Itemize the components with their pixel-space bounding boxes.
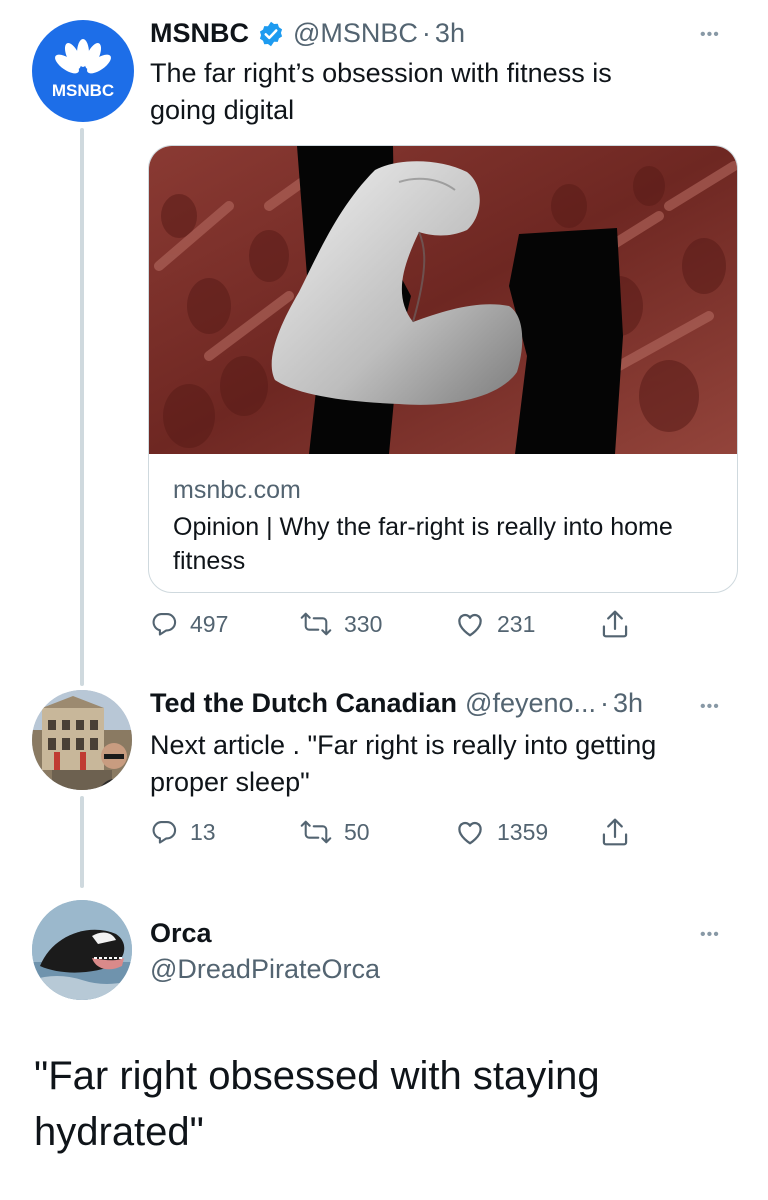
card-illustration [149, 146, 737, 454]
handle[interactable]: @MSNBC [293, 18, 418, 49]
retweet-button[interactable]: 330 [300, 610, 382, 638]
card-domain: msnbc.com [173, 476, 301, 504]
retweet-button[interactable]: 50 [300, 818, 370, 846]
tweet-text-line-2: going digital [150, 95, 295, 125]
timestamp[interactable]: 3h [435, 18, 465, 49]
retweet-count: 50 [344, 818, 370, 845]
avatar-photo [32, 690, 132, 790]
tweet-text: The far right’s obsession with fitness i… [150, 55, 730, 129]
orca-avatar[interactable] [32, 900, 132, 1000]
tweet-text: Next article . "Far right is really into… [150, 727, 750, 801]
like-button[interactable]: 1359 [455, 818, 548, 846]
display-name[interactable]: Ted the Dutch Canadian [150, 688, 457, 719]
more-icon[interactable]: ••• [700, 926, 720, 944]
tweet-text: "Far right obsessed with staying hydrate… [34, 1048, 734, 1160]
reply-icon [152, 821, 177, 844]
reply-count: 497 [190, 610, 229, 637]
retweet-icon [300, 612, 332, 636]
tweet-text-line-2: hydrated" [34, 1110, 204, 1154]
verified-badge-icon [259, 21, 283, 46]
tweet-text-line-1: Next article . "Far right is really into… [150, 730, 657, 760]
card-image [149, 146, 737, 454]
display-name[interactable]: Orca [150, 918, 212, 949]
separator: · [421, 18, 431, 48]
more-icon[interactable]: ••• [700, 698, 720, 716]
more-icon[interactable]: ••• [700, 26, 720, 44]
retweet-icon [300, 820, 332, 844]
handle[interactable]: @DreadPirateOrca [150, 954, 380, 985]
msnbc-avatar[interactable]: MSNBC [32, 20, 134, 122]
tweet-text-line-1: "Far right obsessed with staying [34, 1054, 600, 1098]
share-button[interactable] [600, 608, 642, 640]
tweet-header: MSNBC @MSNBC · 3h [150, 18, 465, 49]
avatar-photo [32, 900, 132, 1000]
reply-count: 13 [190, 818, 216, 845]
like-icon [458, 821, 482, 845]
card-title: Opinion | Why the far-right is really in… [173, 513, 673, 575]
separator: · [600, 688, 610, 718]
retweet-count: 330 [344, 610, 383, 637]
link-card[interactable]: msnbc.com Opinion | Why the far-right is… [148, 145, 738, 593]
msnbc-avatar-wordmark: MSNBC [51, 81, 115, 100]
share-icon [602, 818, 628, 846]
reply-button[interactable]: 13 [150, 818, 216, 846]
peacock-logo-icon [55, 39, 111, 74]
ted-avatar[interactable] [32, 690, 132, 790]
tweet-text-line-2: proper sleep" [150, 767, 310, 797]
display-name[interactable]: MSNBC [150, 18, 249, 49]
like-button[interactable]: 231 [455, 610, 535, 638]
tweet-header: Ted the Dutch Canadian @feyeno... · 3h [150, 688, 643, 719]
reply-button[interactable]: 497 [150, 610, 228, 638]
handle[interactable]: @feyeno... [465, 688, 596, 719]
like-icon [458, 613, 482, 637]
like-count: 1359 [497, 818, 549, 845]
reply-icon [152, 613, 177, 636]
thread-line-1 [80, 128, 84, 686]
like-count: 231 [497, 610, 536, 637]
timestamp[interactable]: 3h [613, 688, 643, 719]
share-button[interactable] [600, 816, 642, 848]
share-icon [602, 610, 628, 638]
tweet-text-line-1: The far right’s obsession with fitness i… [150, 58, 612, 88]
thread-line-2 [80, 796, 84, 888]
